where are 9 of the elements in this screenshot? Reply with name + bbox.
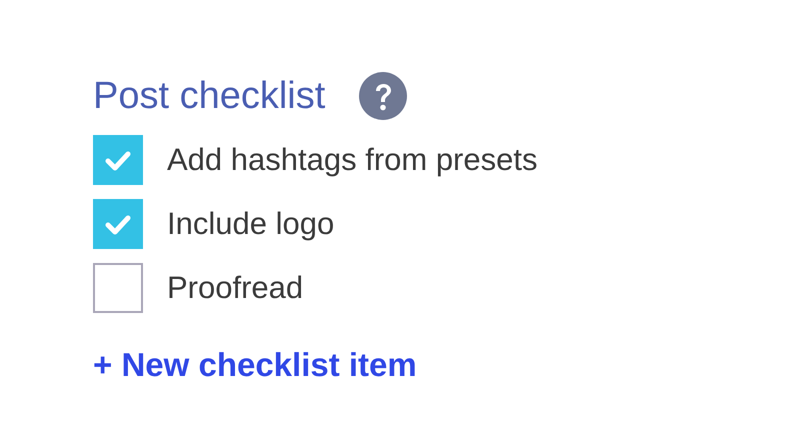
help-icon[interactable] <box>359 72 408 120</box>
checklist-item-label: Proofread <box>167 270 304 306</box>
checklist-item-label: Include logo <box>167 206 334 242</box>
checkbox[interactable] <box>93 135 143 185</box>
checklist-title: Post checklist <box>93 74 326 118</box>
checkbox[interactable] <box>93 263 143 313</box>
checkbox[interactable] <box>93 199 143 249</box>
checklist-item-label: Add hashtags from presets <box>167 142 538 178</box>
new-item-link[interactable]: + New checklist item <box>93 346 417 384</box>
